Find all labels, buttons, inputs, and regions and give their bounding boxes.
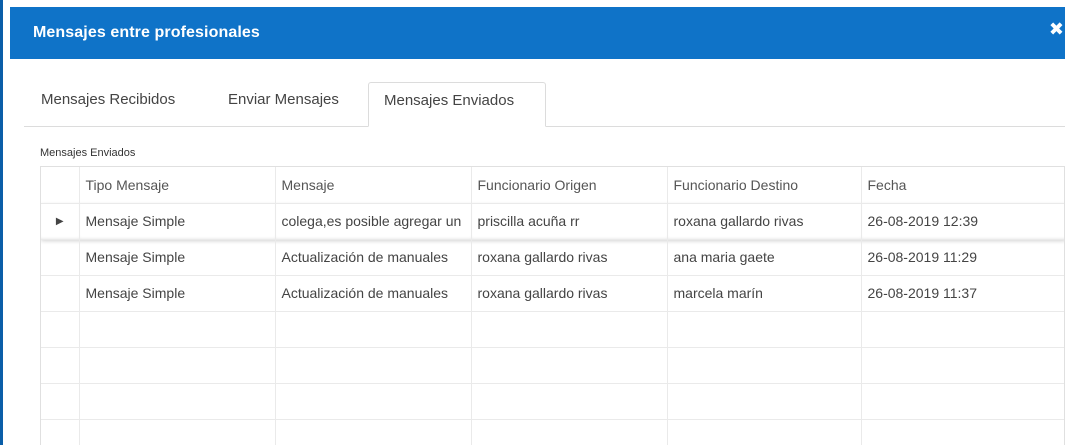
cell-funcionario-origen: roxana gallardo rivas xyxy=(471,239,668,276)
column-header-funcionario-destino[interactable]: Funcionario Destino xyxy=(667,167,862,204)
tab-mensajes-enviados-label: Mensajes Enviados xyxy=(384,92,515,109)
dialog-titlebar: Mensajes entre profesionales ✖ xyxy=(10,7,1065,59)
empty-table-row xyxy=(41,419,1064,445)
cell-fecha: 26-08-2019 11:29 xyxy=(861,239,1064,276)
row-indicator xyxy=(41,275,80,312)
cell-tipo-mensaje: Mensaje Simple xyxy=(79,203,276,240)
column-header-fecha[interactable]: Fecha xyxy=(861,167,1064,204)
messages-dialog: Mensajes entre profesionales ✖ Mensajes … xyxy=(0,0,1065,445)
table-row[interactable]: Mensaje Simple Actualización de manuales… xyxy=(41,275,1064,312)
tab-bar: Mensajes Recibidos Enviar Mensajes Mensa… xyxy=(24,82,1065,127)
cell-mensaje: Actualización de manuales xyxy=(275,239,472,276)
table-header-row: Tipo Mensaje Mensaje Funcionario Origen … xyxy=(41,167,1064,204)
close-icon[interactable]: ✖ xyxy=(1049,19,1064,39)
table-row[interactable]: ▶ Mensaje Simple colega,es posible agreg… xyxy=(41,203,1064,240)
sent-messages-table: Tipo Mensaje Mensaje Funcionario Origen … xyxy=(41,167,1064,445)
cell-mensaje: colega,es posible agregar un xyxy=(275,203,472,240)
dialog-title: Mensajes entre profesionales xyxy=(33,24,260,41)
sent-messages-grid: Tipo Mensaje Mensaje Funcionario Origen … xyxy=(40,166,1065,445)
cell-mensaje: Actualización de manuales xyxy=(275,275,472,312)
dialog-body: Mensajes Recibidos Enviar Mensajes Mensa… xyxy=(10,59,1065,445)
column-header-mensaje[interactable]: Mensaje xyxy=(275,167,472,204)
table-row[interactable]: Mensaje Simple Actualización de manuales… xyxy=(41,239,1064,276)
cell-funcionario-destino: ana maria gaete xyxy=(667,239,862,276)
column-header-funcionario-origen[interactable]: Funcionario Origen xyxy=(471,167,668,204)
cell-tipo-mensaje: Mensaje Simple xyxy=(79,239,276,276)
cell-funcionario-origen: roxana gallardo rivas xyxy=(471,275,668,312)
cell-funcionario-origen: priscilla acuña rr xyxy=(471,203,668,240)
section-label: Mensajes Enviados xyxy=(40,147,136,159)
row-indicator-header xyxy=(41,167,80,204)
tab-mensajes-enviados[interactable]: Mensajes Enviados xyxy=(368,82,546,127)
selected-row-indicator-icon: ▶ xyxy=(41,203,80,240)
cell-funcionario-destino: roxana gallardo rivas xyxy=(667,203,862,240)
tab-enviar-mensajes[interactable]: Enviar Mensajes xyxy=(228,91,339,108)
row-indicator xyxy=(41,239,80,276)
cell-tipo-mensaje: Mensaje Simple xyxy=(79,275,276,312)
cell-fecha: 26-08-2019 11:37 xyxy=(861,275,1064,312)
empty-table-row xyxy=(41,347,1064,384)
cell-fecha: 26-08-2019 12:39 xyxy=(861,203,1064,240)
cell-funcionario-destino: marcela marín xyxy=(667,275,862,312)
column-header-tipo-mensaje[interactable]: Tipo Mensaje xyxy=(79,167,276,204)
empty-table-row xyxy=(41,311,1064,348)
empty-table-row xyxy=(41,383,1064,420)
tab-mensajes-recibidos[interactable]: Mensajes Recibidos xyxy=(41,91,175,108)
